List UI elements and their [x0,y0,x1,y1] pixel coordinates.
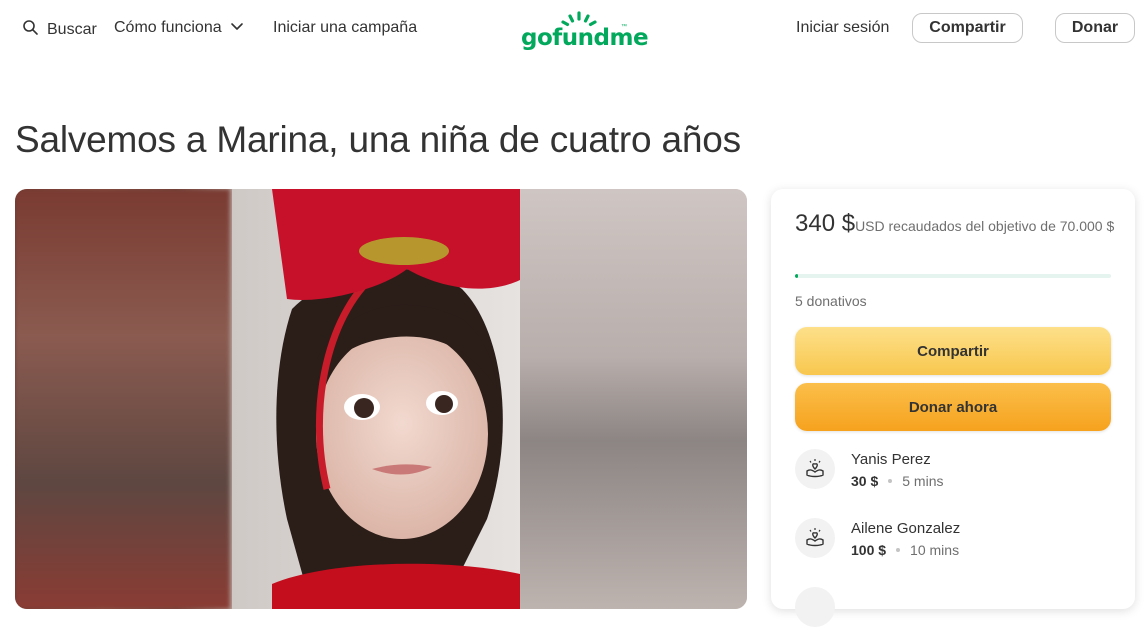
donor-hands-icon [795,518,835,558]
donate-button[interactable]: Donar [1055,13,1135,43]
search-link[interactable]: Buscar [22,19,97,41]
search-label: Buscar [47,21,97,38]
top-navigation: Buscar Cómo funciona Iniciar una campaña… [0,0,1145,58]
donate-now-button[interactable]: Donar ahora [795,383,1111,431]
login-link[interactable]: Iniciar sesión [796,19,889,37]
donation-card: 340 $USD recaudados del objetivo de 70.0… [771,189,1135,627]
donor-count: 5 donativos [795,293,867,309]
donation-amount: 100 $ [851,542,887,558]
logo-wordmark: gofundme [521,25,649,51]
gofundme-logo[interactable]: gofundme ™ [521,11,649,51]
photo-blurred-right [520,189,747,609]
donor-name: Ailene Gonzalez [851,520,961,537]
start-campaign-link[interactable]: Iniciar una campaña [273,19,417,37]
logo-trademark: ™ [621,24,627,30]
raised-goal-label: USD recaudados del objetivo de 70.000 $ [855,218,1115,234]
donation-amount: 30 $ [851,473,879,489]
separator-dot [896,548,901,552]
share-button[interactable]: Compartir [912,13,1023,43]
donation-item: Ailene Gonzalez 100 $ 10 mins [795,518,1111,564]
donation-time: 10 mins [910,542,960,558]
donation-item: Yanis Perez 30 $ 5 mins [795,449,1111,495]
campaign-photo[interactable] [15,189,747,609]
raised-amount: 340 $ [795,210,856,237]
donor-name: Yanis Perez [851,451,931,468]
donation-meta: 30 $ 5 mins [851,473,943,489]
how-it-works-label: Cómo funciona [114,19,222,36]
progress-bar [795,274,1111,278]
photo-main [232,189,522,609]
donation-item [795,587,1111,633]
login-label: Iniciar sesión [796,19,890,36]
girl-portrait-illustration [232,189,522,609]
search-icon [22,19,39,41]
photo-blurred-left [15,189,230,609]
progress-fill [795,274,799,278]
start-campaign-label: Iniciar una campaña [273,19,418,36]
donor-hands-icon [795,449,835,489]
how-it-works-menu[interactable]: Cómo funciona [114,19,244,37]
raised-summary: 340 $USD recaudados del objetivo de 70.0… [795,210,1115,238]
donation-time: 5 mins [902,473,944,489]
chevron-down-icon [230,19,244,37]
page-title: Salvemos a Marina, una niña de cuatro añ… [15,119,741,160]
share-campaign-button[interactable]: Compartir [795,327,1111,375]
donation-meta: 100 $ 10 mins [851,542,959,558]
separator-dot [888,479,893,483]
donor-hands-icon [795,587,835,627]
